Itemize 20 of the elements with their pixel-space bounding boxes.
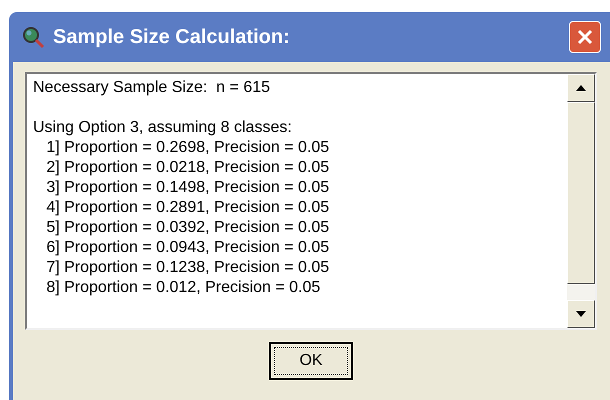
ok-button[interactable]: OK	[269, 342, 353, 380]
output-heading: Using Option 3, assuming 8 classes:	[33, 118, 292, 138]
scrollbar[interactable]	[567, 74, 595, 328]
output-line: 4] Proportion = 0.2891, Precision = 0.05	[45, 198, 330, 218]
close-button[interactable]	[569, 21, 601, 53]
close-icon	[576, 28, 594, 46]
down-triangle-icon	[576, 311, 586, 317]
scroll-down-button[interactable]	[567, 300, 595, 328]
output-line: 6] Proportion = 0.0943, Precision = 0.05	[45, 238, 330, 258]
scroll-thumb[interactable]	[567, 102, 595, 284]
result-line: Necessary Sample Size: n = 615	[33, 78, 270, 98]
window-title: Sample Size Calculation:	[53, 25, 290, 50]
output-line: 8] Proportion = 0.012, Precision = 0.05	[45, 278, 320, 298]
output-line: 7] Proportion = 0.1238, Precision = 0.05	[45, 258, 330, 278]
output-line: 1] Proportion = 0.2698, Precision = 0.05	[45, 138, 330, 158]
scroll-up-button[interactable]	[567, 74, 595, 102]
output-line: 5] Proportion = 0.0392, Precision = 0.05	[45, 218, 330, 238]
output-line: 3] Proportion = 0.1498, Precision = 0.05	[45, 178, 330, 198]
output-line: 2] Proportion = 0.0218, Precision = 0.05	[45, 158, 330, 178]
up-triangle-icon	[576, 85, 586, 91]
